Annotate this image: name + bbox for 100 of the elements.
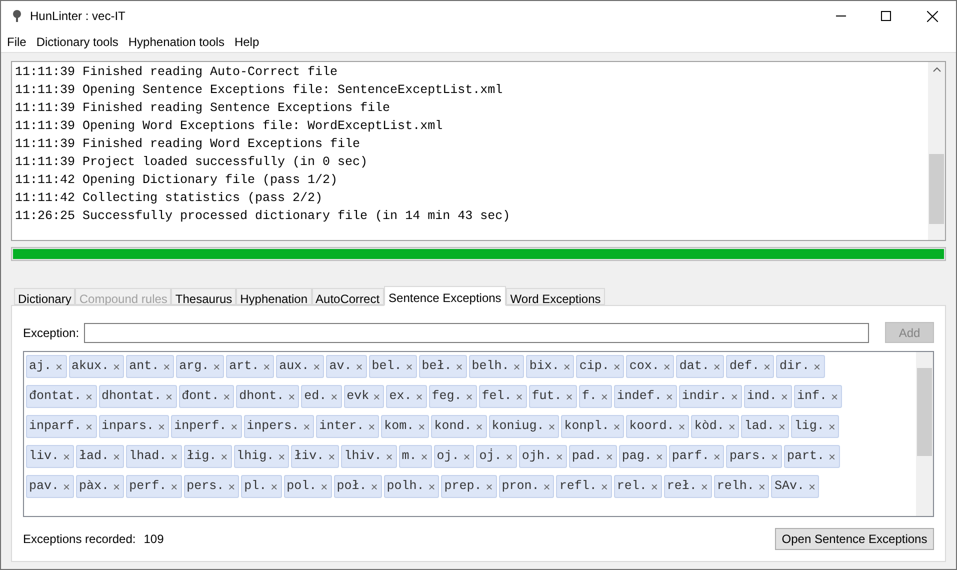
remove-tag-button[interactable]: ×: [386, 448, 393, 466]
tag-text: arg.: [179, 358, 210, 376]
tab[interactable]: Word Exceptions: [506, 288, 605, 305]
remove-tag-button[interactable]: ×: [428, 478, 436, 496]
remove-tag-button[interactable]: ×: [303, 418, 310, 436]
remove-tag-button[interactable]: ×: [220, 448, 228, 466]
remove-tag-button[interactable]: ×: [223, 388, 230, 406]
remove-tag-button[interactable]: ×: [370, 478, 378, 496]
remove-tag-button[interactable]: ×: [516, 388, 523, 406]
remove-tag-button[interactable]: ×: [600, 478, 608, 496]
remove-tag-button[interactable]: ×: [416, 388, 423, 406]
remove-tag-button[interactable]: ×: [463, 448, 470, 466]
remove-tag-button[interactable]: ×: [566, 388, 573, 406]
remove-tag-button[interactable]: ×: [313, 358, 320, 376]
remove-tag-button[interactable]: ×: [166, 388, 173, 406]
tag-text: polh.: [386, 478, 424, 496]
tab[interactable]: Hyphenation: [236, 288, 312, 305]
remove-tag-button[interactable]: ×: [328, 448, 336, 466]
remove-tag-button[interactable]: ×: [828, 448, 836, 466]
remove-tag-button[interactable]: ×: [420, 448, 428, 466]
remove-tag-button[interactable]: ×: [830, 388, 838, 406]
remove-tag-button[interactable]: ×: [758, 478, 766, 496]
remove-tag-button[interactable]: ×: [63, 448, 70, 466]
remove-tag-button[interactable]: ×: [113, 358, 120, 376]
close-icon[interactable]: [927, 10, 938, 22]
menu-item[interactable]: File: [7, 32, 26, 50]
tag-text: bel.: [372, 358, 402, 376]
remove-tag-button[interactable]: ×: [663, 358, 670, 376]
tag-text: liv.: [29, 448, 60, 466]
remove-tag-button[interactable]: ×: [808, 478, 816, 496]
remove-tag-button[interactable]: ×: [86, 388, 93, 406]
remove-tag-button[interactable]: ×: [813, 358, 820, 376]
maximize-icon[interactable]: [881, 11, 891, 21]
remove-tag-button[interactable]: ×: [320, 478, 328, 496]
remove-tag-button[interactable]: ×: [288, 388, 296, 406]
remove-tag-button[interactable]: ×: [543, 478, 550, 496]
remove-tag-button[interactable]: ×: [563, 358, 570, 376]
remove-tag-button[interactable]: ×: [700, 478, 708, 496]
scrollbar[interactable]: [928, 62, 945, 240]
tab[interactable]: AutoCorrect: [312, 288, 384, 305]
remove-tag-button[interactable]: ×: [770, 448, 778, 466]
tag-text: oj̇.: [479, 447, 502, 466]
remove-tag-button[interactable]: ×: [170, 448, 178, 466]
tab[interactable]: Dictionary: [14, 288, 76, 305]
remove-tag-button[interactable]: ×: [506, 448, 513, 466]
remove-tag-button[interactable]: ×: [828, 418, 836, 436]
remove-tag-button[interactable]: ×: [763, 358, 770, 376]
menu-item[interactable]: Dictionary tools: [36, 32, 118, 50]
remove-tag-button[interactable]: ×: [486, 478, 493, 496]
remove-tag-button[interactable]: ×: [263, 358, 270, 376]
tab[interactable]: Thesaurus: [171, 288, 236, 305]
open-exceptions-button[interactable]: Open Sentence Exceptions: [775, 528, 934, 550]
remove-tag-button[interactable]: ×: [548, 418, 556, 436]
scrollbar[interactable]: [916, 352, 933, 516]
remove-tag-button[interactable]: ×: [600, 388, 608, 406]
remove-tag-button[interactable]: ×: [713, 448, 720, 466]
remove-tag-button[interactable]: ×: [356, 358, 363, 376]
remove-tag-button[interactable]: ×: [730, 388, 738, 406]
remove-tag-button[interactable]: ×: [158, 418, 166, 436]
remove-tag-button[interactable]: ×: [666, 388, 673, 406]
remove-tag-button[interactable]: ×: [613, 418, 620, 436]
remove-tag-button[interactable]: ×: [213, 358, 220, 376]
remove-tag-button[interactable]: ×: [713, 358, 720, 376]
tag-text: pron.: [502, 478, 540, 496]
scroll-up-icon[interactable]: [932, 67, 940, 72]
remove-tag-button[interactable]: ×: [170, 478, 178, 496]
remove-tag-button[interactable]: ×: [466, 388, 473, 406]
remove-tag-button[interactable]: ×: [780, 388, 788, 406]
exception-field[interactable]: [84, 322, 869, 342]
remove-tag-button[interactable]: ×: [650, 478, 658, 496]
remove-tag-button[interactable]: ×: [113, 478, 120, 496]
remove-tag-button[interactable]: ×: [406, 358, 413, 376]
remove-tag-button[interactable]: ×: [778, 418, 786, 436]
remove-tag-button[interactable]: ×: [86, 418, 93, 436]
remove-tag-button[interactable]: ×: [476, 418, 483, 436]
remove-tag-button[interactable]: ×: [330, 388, 338, 406]
tag-text: m.: [402, 448, 417, 466]
remove-tag-button[interactable]: ×: [230, 418, 238, 436]
remove-tag-button[interactable]: ×: [56, 358, 63, 376]
remove-tag-button[interactable]: ×: [368, 418, 376, 436]
remove-tag-button[interactable]: ×: [278, 448, 286, 466]
remove-tag-button[interactable]: ×: [513, 358, 520, 376]
remove-tag-button[interactable]: ×: [613, 358, 620, 376]
remove-tag-button[interactable]: ×: [228, 478, 236, 496]
remove-tag-button[interactable]: ×: [63, 478, 70, 496]
menu-item[interactable]: Hyphenation tools: [128, 32, 224, 50]
menu-item[interactable]: Help: [234, 32, 260, 50]
remove-tag-button[interactable]: ×: [656, 448, 663, 466]
remove-tag-button[interactable]: ×: [606, 448, 613, 466]
tag-text: art.: [229, 358, 260, 376]
remove-tag-button[interactable]: ×: [270, 478, 278, 496]
remove-tag-button[interactable]: ×: [456, 358, 463, 376]
remove-tag-button[interactable]: ×: [678, 418, 686, 436]
remove-tag-button[interactable]: ×: [163, 358, 170, 376]
remove-tag-button[interactable]: ×: [728, 418, 736, 436]
remove-tag-button[interactable]: ×: [373, 388, 380, 406]
tab[interactable]: Sentence Exceptions: [384, 286, 506, 306]
remove-tag-button[interactable]: ×: [556, 448, 563, 466]
remove-tag-button[interactable]: ×: [418, 418, 426, 436]
remove-tag-button[interactable]: ×: [113, 448, 120, 466]
